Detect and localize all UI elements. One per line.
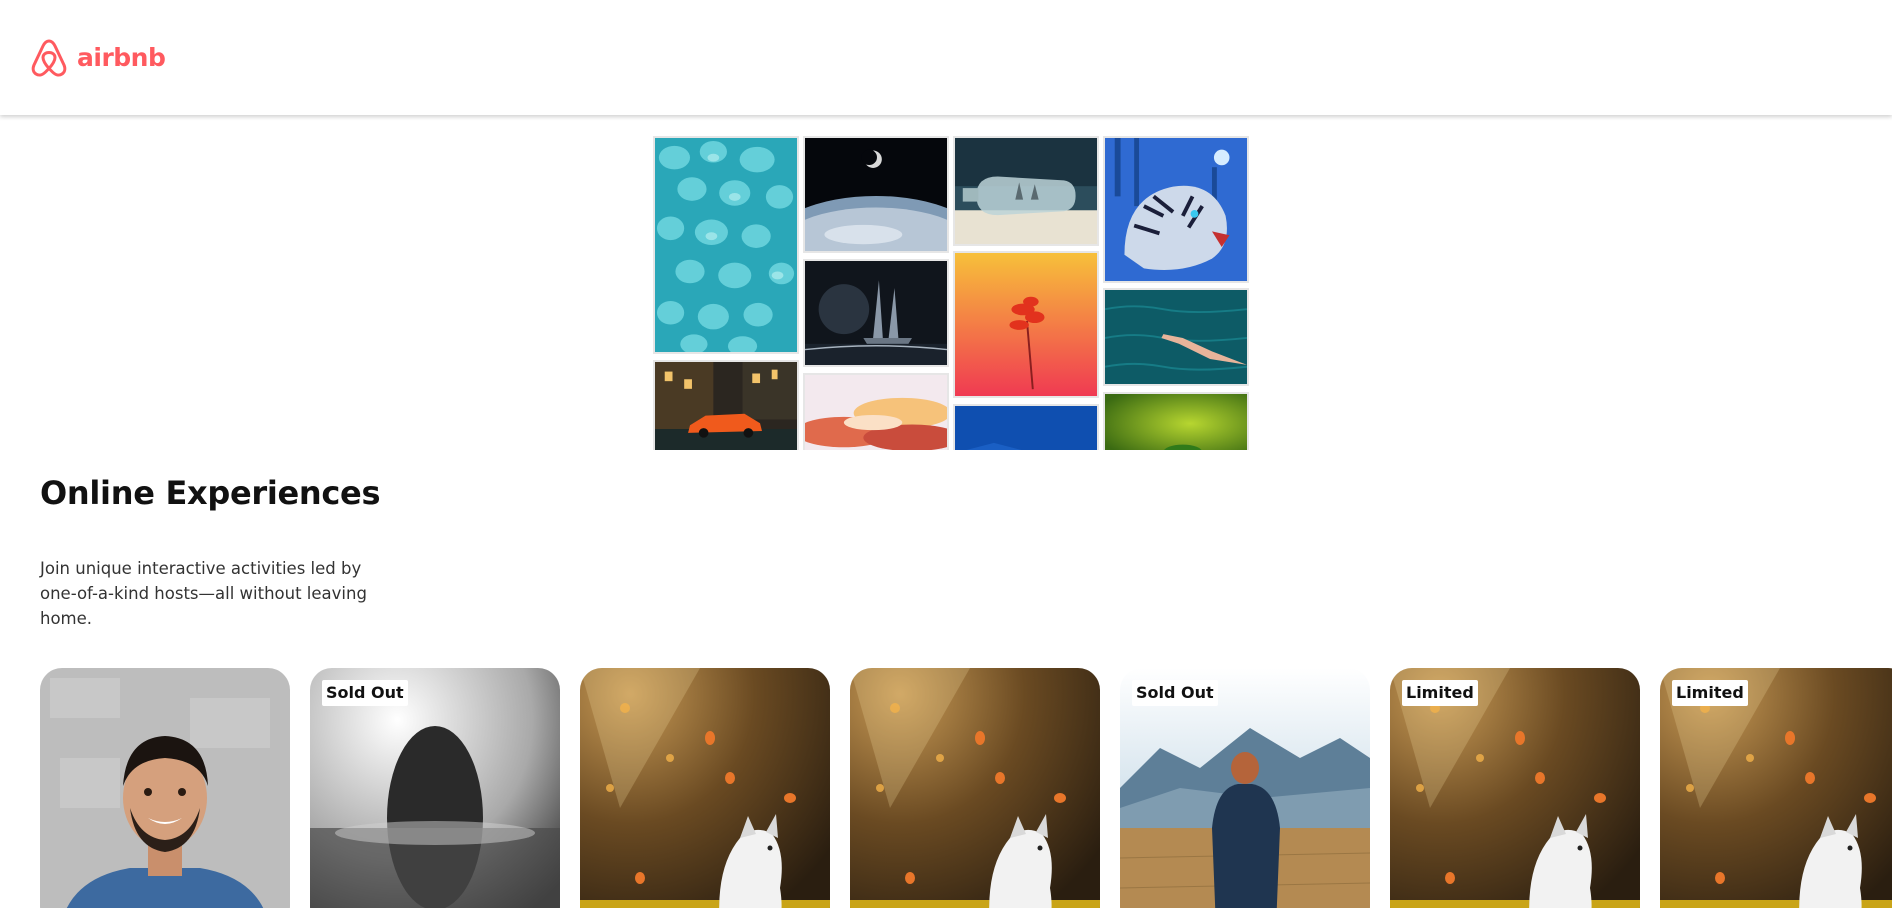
navbar: airbnb [0, 0, 1892, 115]
experience-card[interactable] [850, 668, 1100, 908]
experience-card[interactable] [40, 668, 290, 908]
status-badge: Sold Out [322, 680, 408, 706]
hero-image-blue-crystals [653, 136, 799, 354]
status-badge: Sold Out [1132, 680, 1218, 706]
hero-photo-grid [653, 136, 1251, 450]
card-image-dog-autumn [850, 668, 1100, 908]
status-badge: Limited [1402, 680, 1478, 706]
section-title: Online Experiences [40, 474, 381, 512]
hero-image-blue-sky [953, 404, 1099, 450]
hero-image-ship-in-bottle [953, 136, 1099, 246]
hero-image-red-flower-orange [953, 251, 1099, 398]
hero-image-earth-moon-space [803, 136, 949, 253]
hero-image-green-leaf [1103, 392, 1249, 450]
experience-card[interactable] [580, 668, 830, 908]
card-image-smiling-man [40, 668, 290, 908]
experience-card[interactable]: Limited [1390, 668, 1640, 908]
hero-image-ghost-ship-night [803, 259, 949, 367]
airbnb-logo-icon [29, 37, 69, 79]
experience-card[interactable]: Sold Out [310, 668, 560, 908]
status-badge: Limited [1672, 680, 1748, 706]
hero-image-orange-sports-car [653, 360, 799, 450]
brand-logo-link[interactable]: airbnb [29, 37, 166, 79]
hero-image-sunset-clouds [803, 373, 949, 450]
experience-card[interactable]: Sold Out [1120, 668, 1370, 908]
experience-card[interactable]: Limited [1660, 668, 1892, 908]
hero-image-blue-tiger [1103, 136, 1249, 283]
hero-image-hand-in-water [1103, 288, 1249, 386]
brand-name: airbnb [77, 43, 166, 72]
experience-card-list: Sold Out Sold Out Limited Limited [40, 668, 1892, 908]
card-image-dog-autumn [580, 668, 830, 908]
section-description: Join unique interactive activities led b… [40, 559, 367, 628]
